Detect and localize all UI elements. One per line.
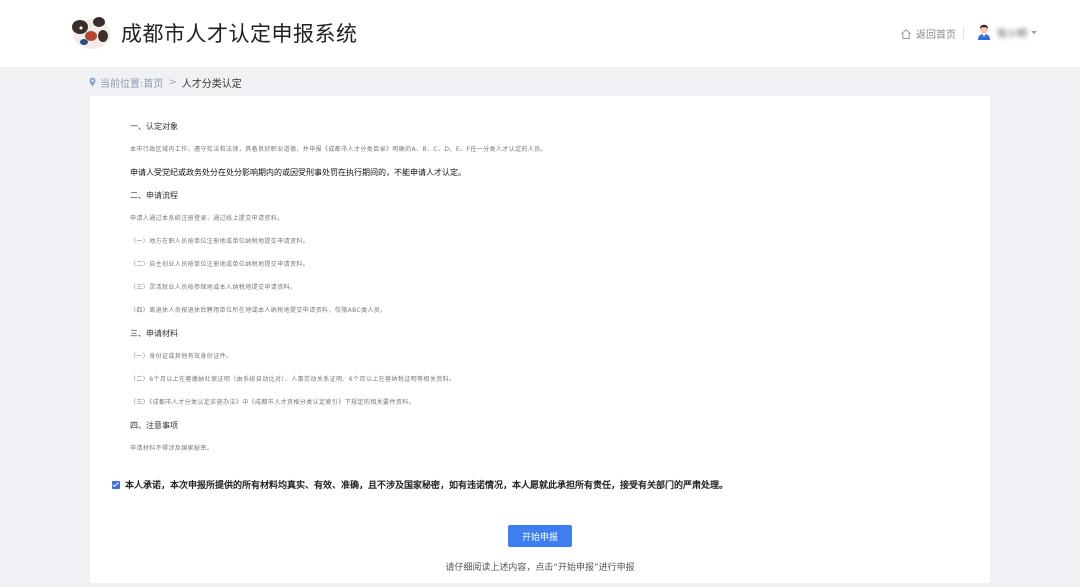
promise-checkbox[interactable] [112,480,120,489]
home-link[interactable]: 返回首页 [900,26,956,41]
breadcrumb: 当前位置: 首页 > 人才分类认定 [89,75,242,90]
location-pin-icon [89,77,96,87]
user-name: 张小明 [997,28,1027,40]
promise-row: 本人承诺，本次申报所提供的所有材料均真实、有效、准确，且不涉及国家秘密，如有违诺… [112,478,728,491]
promise-text: 本人承诺，本次申报所提供的所有材料均真实、有效、准确，且不涉及国家秘密，如有违诺… [125,481,729,491]
home-link-label: 返回首页 [916,30,956,41]
notice-paragraph: （二）6个月以上在蓉缴纳社保证明（由系统自动比对）、人事劳动关系证明、6个月以上… [130,376,456,383]
notice-paragraph: 申请材料不得涉及国家秘密。 [130,445,214,452]
notice-content: 一、认定对象 本市行政区域内工作，遵守宪法和法律，具备良好职业道德，并申报《成都… [130,120,950,465]
breadcrumb-current: 人才分类认定 [181,78,242,90]
header-divider [963,28,964,39]
notice-paragraph: （一）身份证或其他有效身份证件。 [130,353,233,360]
caret-down-icon [1031,30,1037,34]
home-icon [901,28,911,39]
breadcrumb-home-link[interactable]: 首页 [143,75,163,90]
section-title: 四、注意事项 [130,421,178,430]
notice-card: 一、认定对象 本市行政区域内工作，遵守宪法和法律，具备良好职业道德，并申报《成都… [90,96,990,583]
notice-paragraph: （一）地方在职人员按单位注册地或单位纳税地提交申请资料。 [130,238,310,245]
section-title: 三、申请材料 [130,329,178,338]
site-title: 成都市人才认定申报系统 [121,22,358,46]
notice-paragraph: （二）自主创业人员按单位注册地或单位纳税地提交申请资料。 [130,261,310,268]
section-title: 二、申请流程 [130,191,178,200]
breadcrumb-separator: > [168,76,177,88]
breadcrumb-prefix: 当前位置: [100,78,144,90]
notice-paragraph: （四）离退休人员按退休后聘用单位所在地或本人纳税地提交申请资料，仅限ABC类人员… [130,307,387,314]
user-menu[interactable]: 张小明 [976,23,1037,41]
notice-paragraph-emphasis: 申请人受党纪或政务处分在处分影响期内的或因受刑事处罚在执行期间的，不能申请人才认… [130,168,466,177]
start-hint: 请仔细阅读上述内容，点击“开始申报”进行申报 [445,563,635,573]
notice-paragraph: （三）《成都市人才分类认定实施办法》中《成都市人才资格分类认定索引》下规定的相关… [130,399,416,406]
top-header: 成都市人才认定申报系统 返回首页 张小明 [0,0,1080,67]
notice-paragraph: （三）灵活就业人员按参保地或本人纳税地提交申请资料。 [130,284,297,291]
notice-paragraph: 申请人通过本系统注册登录，通过线上提交申请资料。 [130,215,284,222]
section-title: 一、认定对象 [130,122,178,131]
avatar-icon [978,24,990,40]
notice-paragraph: 本市行政区域内工作，遵守宪法和法律，具备良好职业道德，并申报《成都市人才分类目录… [130,146,548,153]
panda-logo [72,17,111,49]
start-apply-button[interactable]: 开始申报 [508,525,572,547]
